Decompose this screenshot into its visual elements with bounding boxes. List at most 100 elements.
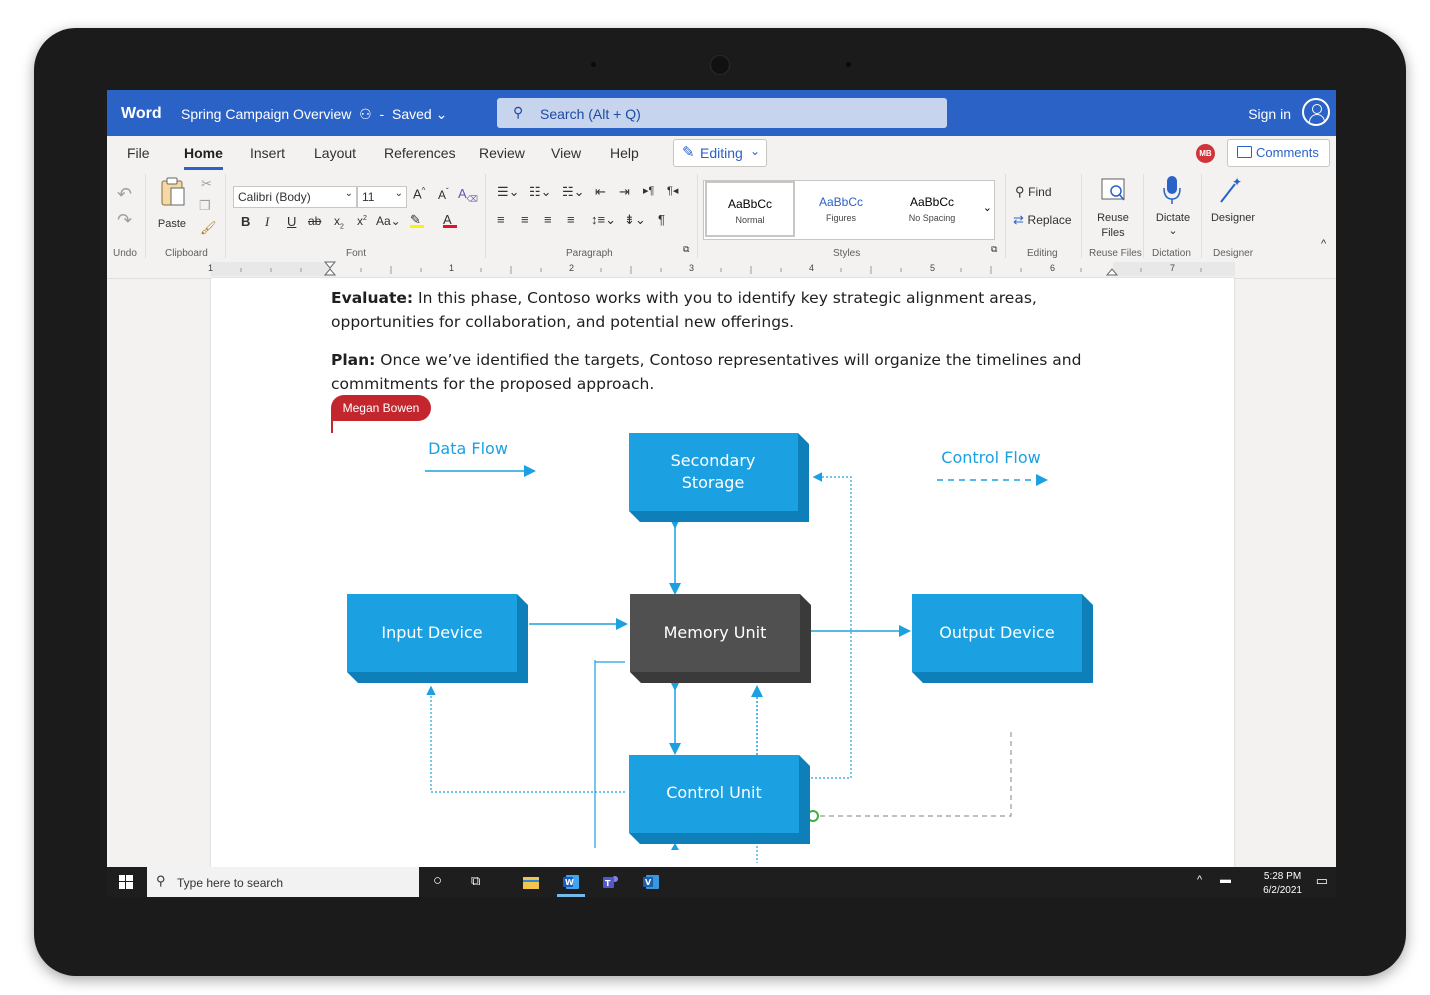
microphone-icon[interactable] (1161, 174, 1183, 206)
input-device-box[interactable]: Input Device (347, 594, 528, 683)
flow-diagram[interactable]: Data Flow Control Flow Secondary Storage… (211, 278, 1234, 897)
style-figures[interactable]: AaBbCc Figures (796, 181, 886, 237)
align-center-icon[interactable]: ≡ (521, 212, 529, 227)
output-device-box[interactable]: Output Device (912, 594, 1093, 683)
account-icon[interactable] (1302, 98, 1330, 126)
collapse-ribbon-icon[interactable]: ^ (1321, 238, 1326, 250)
ruler-ticks (211, 261, 1235, 276)
search-box[interactable]: ⚲ Search (Alt + Q) (497, 98, 947, 128)
windows-start-icon[interactable] (119, 875, 133, 889)
taskbar-search-box[interactable]: ⚲ Type here to search (147, 867, 419, 897)
find-button[interactable]: ⚲ Find (1015, 184, 1052, 200)
notification-center-icon[interactable]: ▭ (1316, 873, 1328, 889)
replace-button[interactable]: ⇄ Replace (1013, 212, 1072, 228)
legend-data-flow: Data Flow (428, 439, 508, 458)
ruler-number: 2 (569, 263, 575, 273)
show-hidden-icons-icon[interactable]: ^ (1197, 874, 1202, 886)
numbering-icon[interactable]: ☷⌄ (529, 184, 552, 200)
tab-insert[interactable]: Insert (250, 145, 285, 161)
reuse-files-icon[interactable] (1099, 176, 1129, 204)
paste-icon[interactable] (159, 176, 187, 208)
ruler: 1 1 2 3 4 5 6 7 (107, 260, 1336, 279)
align-right-icon[interactable]: ≡ (544, 212, 552, 227)
group-label-undo: Undo (113, 248, 137, 259)
taskbar-clock[interactable]: 5:28 PM 6/2/2021 (1263, 870, 1302, 897)
chevron-down-icon[interactable]: ⌄ (1167, 224, 1179, 237)
font-color-icon[interactable]: A (443, 212, 457, 228)
dictate-label[interactable]: Dictate (1151, 212, 1195, 224)
secondary-storage-box[interactable]: Secondary Storage (629, 433, 809, 522)
comments-button[interactable]: Comments (1227, 139, 1330, 167)
memory-unit-box[interactable]: Memory Unit (630, 594, 811, 683)
tab-review[interactable]: Review (479, 145, 525, 161)
screen: Word Spring Campaign Overview ⚇ - Saved … (107, 90, 1336, 897)
tab-help[interactable]: Help (610, 145, 639, 161)
paste-label[interactable]: Paste (157, 218, 187, 230)
change-case-icon[interactable]: Aa⌄ (376, 214, 401, 228)
style-no-spacing[interactable]: AaBbCc No Spacing (887, 181, 977, 237)
dialog-launcher-icon[interactable]: ⧉ (991, 244, 997, 255)
highlight-icon[interactable]: ✎ (410, 212, 424, 228)
cortana-icon[interactable]: ○ (433, 872, 442, 889)
undo-icon[interactable]: ↶ (117, 184, 132, 205)
replace-icon: ⇄ (1013, 212, 1024, 227)
tab-references[interactable]: References (384, 145, 456, 161)
grow-font-icon[interactable]: A^ (413, 186, 425, 201)
paragraph-spacing-icon[interactable]: ⇟⌄ (624, 212, 646, 228)
bold-icon[interactable]: B (241, 214, 250, 229)
rtl-icon[interactable]: ¶◂ (667, 184, 678, 197)
decrease-indent-icon[interactable]: ⇤ (595, 184, 606, 200)
font-size-select[interactable]: 11 ⌄ (357, 186, 407, 208)
cut-icon[interactable]: ✂ (201, 176, 212, 192)
reuse-files-label-1[interactable]: Reuse (1093, 212, 1133, 224)
chevron-down-icon: ⌄ (750, 144, 761, 158)
justify-icon[interactable]: ≡ (567, 212, 575, 227)
save-status[interactable]: Saved (392, 106, 432, 122)
task-view-icon[interactable]: ⧉ (471, 873, 480, 889)
windows-taskbar: ⚲ Type here to search ○ ⧉ W T V ^ ▬ 5:28… (107, 867, 1336, 897)
multilevel-list-icon[interactable]: ☵⌄ (562, 184, 585, 200)
battery-icon[interactable]: ▬ (1220, 874, 1231, 886)
visio-app-icon[interactable]: V (643, 874, 659, 890)
ltr-icon[interactable]: ▸¶ (643, 184, 654, 197)
sign-in-link[interactable]: Sign in (1248, 106, 1291, 122)
file-explorer-icon[interactable] (523, 874, 539, 890)
copy-icon[interactable]: ❐ (199, 198, 211, 214)
reuse-files-label-2[interactable]: Files (1093, 227, 1133, 239)
document-title-area[interactable]: Spring Campaign Overview ⚇ - Saved ⌄ (181, 106, 447, 123)
user-avatar[interactable]: MB (1196, 144, 1215, 163)
tab-layout[interactable]: Layout (314, 145, 356, 161)
format-painter-icon[interactable]: 🖌 (200, 220, 217, 236)
tab-view[interactable]: View (551, 145, 581, 161)
dialog-launcher-icon[interactable]: ⧉ (683, 244, 689, 255)
bullets-icon[interactable]: ☰⌄ (497, 184, 520, 200)
document-page[interactable]: Evaluate: In this phase, Contoso works w… (211, 278, 1234, 897)
editing-mode-button[interactable]: ✎ Editing ⌄ (673, 139, 767, 167)
word-app-icon[interactable]: W (563, 874, 579, 890)
document-title[interactable]: Spring Campaign Overview (181, 106, 351, 122)
align-left-icon[interactable]: ≡ (497, 212, 505, 227)
font-name-select[interactable]: Calibri (Body) ⌄ (233, 186, 357, 208)
designer-label[interactable]: Designer (1207, 212, 1259, 224)
tab-home[interactable]: Home (184, 145, 223, 170)
designer-icon[interactable]: ✦ (1217, 174, 1243, 206)
control-unit-box[interactable]: Control Unit (629, 755, 810, 844)
active-app-indicator (557, 894, 585, 897)
show-formatting-icon[interactable]: ¶ (658, 212, 665, 227)
redo-icon[interactable]: ↷ (117, 210, 132, 231)
tab-file[interactable]: File (127, 145, 150, 161)
shrink-font-icon[interactable]: Aˇ (438, 187, 449, 202)
strikethrough-icon[interactable]: ab (308, 214, 321, 228)
increase-indent-icon[interactable]: ⇥ (619, 184, 630, 200)
app-name[interactable]: Word (121, 105, 162, 123)
line-spacing-icon[interactable]: ↕≡⌄ (591, 212, 616, 228)
styles-more-icon[interactable]: ⌄ (983, 201, 992, 214)
subscript-icon[interactable]: x2 (334, 214, 344, 230)
underline-icon[interactable]: U (287, 214, 296, 229)
superscript-icon[interactable]: x2 (357, 214, 367, 228)
search-icon: ⚲ (156, 873, 166, 888)
italic-icon[interactable]: I (265, 214, 269, 230)
teams-app-icon[interactable]: T (603, 874, 619, 890)
style-normal[interactable]: AaBbCc Normal (705, 181, 795, 237)
clear-formatting-icon[interactable]: A⌫ (458, 186, 478, 204)
